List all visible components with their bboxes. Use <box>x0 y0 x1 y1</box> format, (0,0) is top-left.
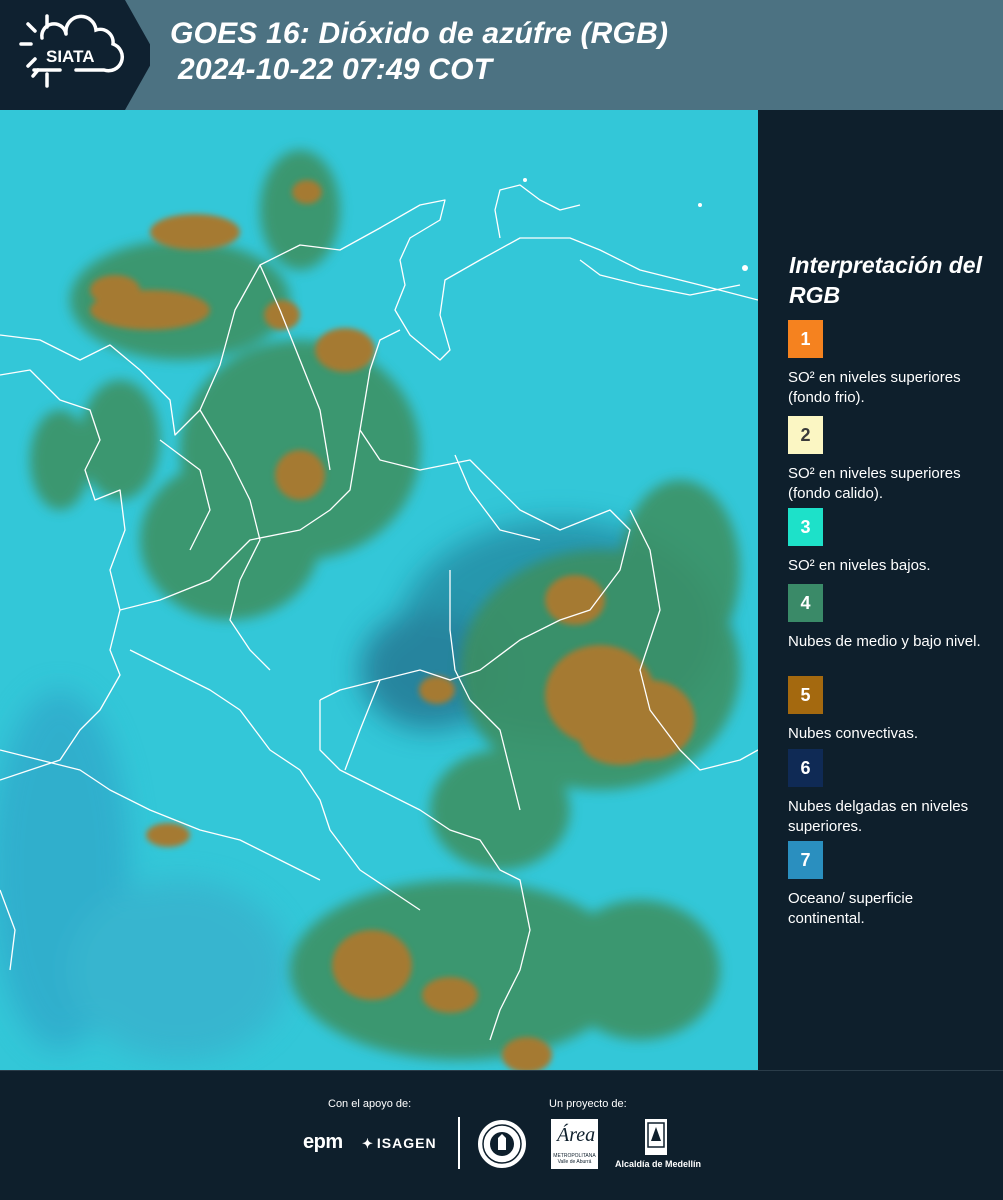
legend-swatch: 6 <box>788 749 823 787</box>
footer-divider <box>458 1117 460 1169</box>
legend-label: SO² en niveles superiores (fondo calido)… <box>788 465 961 502</box>
alcaldia-medellin-logo: Alcaldía de Medellín <box>612 1119 702 1173</box>
isagen-mark-icon: ✦ <box>362 1136 374 1151</box>
legend-item-6: 6 Nubes delgadas en niveles superiores. <box>788 749 993 837</box>
legend-swatch: 4 <box>788 584 823 622</box>
alcaldia-text: Alcaldía de Medellín <box>614 1159 702 1169</box>
page: SIATA GOES 16: Dióxido de azúfre (RGB) 2… <box>0 0 1003 1200</box>
epm-logo: epm <box>303 1131 343 1153</box>
isagen-text: ISAGEN <box>376 1135 437 1151</box>
legend-swatch: 3 <box>788 508 823 546</box>
page-title: GOES 16: Dióxido de azúfre (RGB) 2024-10… <box>170 16 668 88</box>
title-product: GOES 16: Dióxido de azúfre (RGB) <box>170 17 669 50</box>
support-label: Con el apoyo de: <box>328 1098 412 1110</box>
isagen-logo: ✦ ISAGEN <box>362 1135 437 1152</box>
legend-swatch: 7 <box>788 841 823 879</box>
legend-item-3: 3 SO² en niveles bajos. <box>788 508 993 576</box>
legend-label: SO² en niveles superiores (fondo frio). <box>788 369 961 406</box>
legend-label: Nubes de medio y bajo nivel. <box>788 633 981 650</box>
legend-label: SO² en niveles bajos. <box>788 557 931 574</box>
header-bar: SIATA GOES 16: Dióxido de azúfre (RGB) 2… <box>0 0 1003 110</box>
seal-icon <box>482 1124 522 1164</box>
legend-swatch: 1 <box>788 320 823 358</box>
legend-label: Oceano/ superficie continental. <box>788 890 914 927</box>
project-label: Un proyecto de: <box>549 1098 627 1110</box>
area-metropolitana-logo: Área METROPOLITANA Valle de Aburrá <box>551 1119 598 1169</box>
legend-label: Nubes convectivas. <box>788 725 919 742</box>
legend-panel: Interpretación del RGB 1 SO² en niveles … <box>758 110 1003 1070</box>
legend-item-2: 2 SO² en niveles superiores (fondo calid… <box>788 416 993 508</box>
legend-label: Nubes delgadas en niveles superiores. <box>788 798 969 835</box>
siata-logo: SIATA <box>0 0 150 110</box>
sun-cloud-icon: SIATA <box>19 14 124 88</box>
medellin-seal-logo <box>478 1120 526 1168</box>
footer: Con el apoyo de: Un proyecto de: epm ✦ IS… <box>0 1070 1003 1200</box>
title-timestamp: 2024-10-22 07:49 COT <box>178 53 493 86</box>
satellite-map <box>0 110 758 1070</box>
crest-icon <box>645 1119 667 1155</box>
legend-item-7: 7 Oceano/ superficie continental. <box>788 841 993 929</box>
satellite-image <box>0 110 758 1070</box>
area-logo-subtitle: METROPOLITANA Valle de Aburrá <box>553 1153 596 1165</box>
legend-item-4: 4 Nubes de medio y bajo nivel. <box>788 584 993 652</box>
siata-logo-text: SIATA <box>46 47 94 66</box>
legend-item-5: 5 Nubes convectivas. <box>788 676 993 744</box>
legend-swatch: 5 <box>788 676 823 714</box>
legend-swatch: 2 <box>788 416 823 454</box>
area-logo-text: Área <box>557 1124 596 1146</box>
legend-item-1: 1 SO² en niveles superiores (fondo frio)… <box>788 320 993 408</box>
legend-title: Interpretación del RGB <box>789 252 982 308</box>
